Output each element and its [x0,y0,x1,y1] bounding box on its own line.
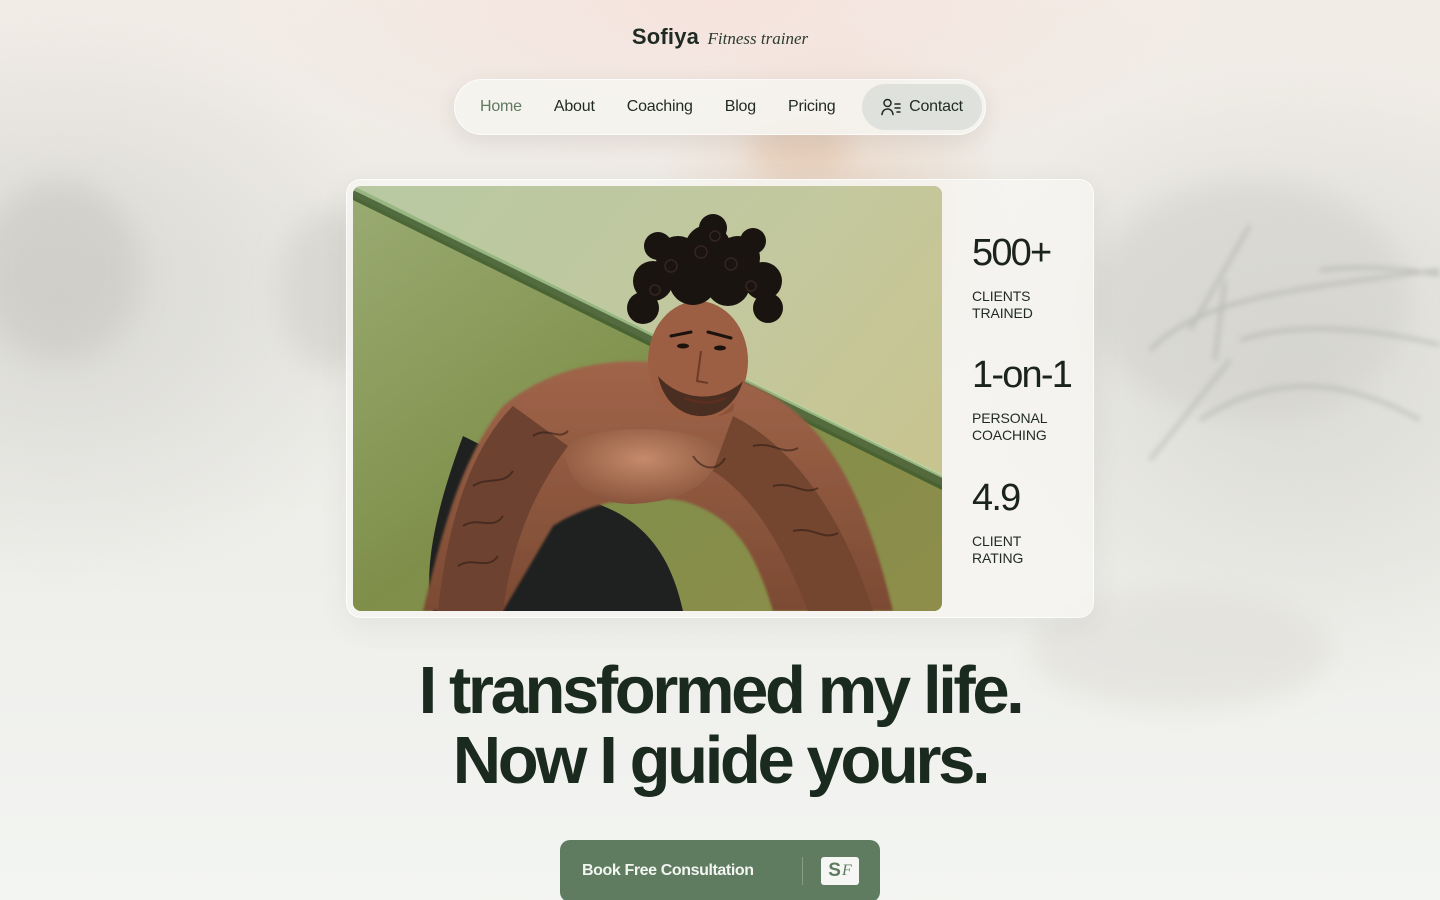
stat-rating: 4.9 Client rating [972,479,1092,567]
nav-item-home[interactable]: Home [464,84,538,130]
stat-clients: 500+ Clients trained [972,234,1092,322]
stat-value: 500+ [972,232,1052,274]
sf-logo-icon: S F [821,857,859,885]
nav-item-blog[interactable]: Blog [709,84,772,130]
stat-label: Personal coaching [972,410,1047,443]
stat-label: Clients trained [972,288,1033,321]
stat-label: Client rating [972,533,1024,566]
brand-name: Sofiya [631,24,700,49]
headline-line-2: Now I guide yours. [452,723,991,798]
nav-item-about[interactable]: About [538,84,611,130]
nav-item-pricing[interactable]: Pricing [772,84,852,130]
stat-value: 1-on-1 [972,354,1073,396]
user-list-icon [881,98,901,116]
hero-photo [353,186,942,611]
main-nav: Home About Coaching Blog Pricing Contact [454,79,986,135]
book-consultation-button[interactable]: Book Free Consultation S F [560,840,880,900]
cta-label: Book Free Consultation [582,862,754,879]
brand-tagline: Fitness trainer [707,29,809,48]
nav-item-coaching[interactable]: Coaching [611,84,709,130]
hero-card: 500+ Clients trained 1-on-1 Personal coa… [347,180,1093,617]
cta-divider [802,857,803,885]
stat-coaching: 1-on-1 Personal coaching [972,356,1092,444]
stats-column: 500+ Clients trained 1-on-1 Personal coa… [972,180,1092,617]
headline-line-1: I transformed my life. [418,653,1025,728]
contact-button[interactable]: Contact [862,84,982,130]
hero-headline: I transformed my life. Now I guide yours… [0,656,1440,796]
brand[interactable]: Sofiya Fitness trainer [0,24,1440,50]
stat-value: 4.9 [972,477,1021,519]
logo-letter-f: F [841,862,852,879]
logo-letter-s: S [828,860,841,881]
contact-label: Contact [909,98,963,115]
